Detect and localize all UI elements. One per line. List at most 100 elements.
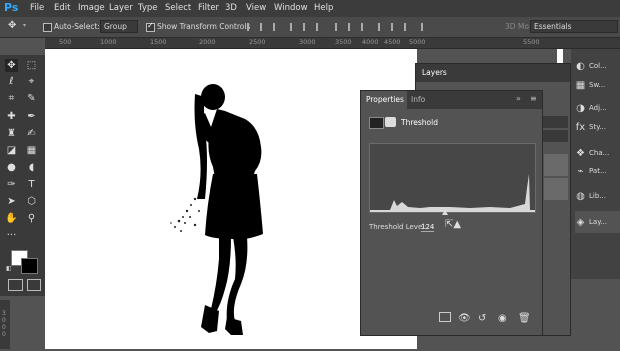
workspace-value: Essentials (534, 22, 572, 31)
default-colors-icon[interactable]: ◧ (6, 265, 12, 272)
align-right-icon[interactable] (316, 23, 325, 31)
zoom-tool-icon[interactable]: ⚲ (25, 212, 38, 225)
align-left-icon[interactable] (290, 23, 299, 31)
threshold-adjustment-icon (369, 117, 384, 129)
pen-tool-icon[interactable]: ✑ (5, 178, 18, 191)
workspace-dropdown[interactable]: Essentials (530, 20, 618, 33)
healing-tool-icon[interactable]: ✚ (5, 110, 18, 123)
threshold-slider-handle[interactable] (442, 210, 448, 215)
ruler-tick: 5500 (523, 38, 540, 46)
menu-filter[interactable]: Filter (198, 3, 219, 13)
ruler-tick: 3 (2, 310, 6, 317)
dock-item-swatches[interactable]: ▦ Sw... (575, 74, 620, 96)
distribute-left-icon[interactable] (378, 23, 387, 31)
move-tool-icon[interactable]: ✥ (5, 59, 18, 72)
dock-item-libraries[interactable]: ◍ Lib... (575, 185, 620, 207)
auto-select-dropdown[interactable]: Group (100, 20, 138, 33)
move-icon[interactable]: ✥ (8, 20, 16, 31)
align-hcenter-icon[interactable] (303, 23, 312, 31)
auto-select-value: Group (104, 22, 127, 31)
more-tools-icon[interactable]: ··· (5, 229, 18, 242)
distribute-top-icon[interactable] (335, 23, 344, 31)
show-transform-checkbox[interactable] (146, 21, 155, 32)
quick-mask-icon[interactable] (8, 279, 23, 291)
threshold-level-value[interactable]: 124 (421, 223, 435, 232)
layer-thumbnail[interactable] (544, 178, 568, 200)
ruler-vertical-labels: 3 0 0 0 (2, 310, 6, 338)
align-bottom-icon[interactable] (273, 23, 282, 31)
tab-layers[interactable]: Layers (422, 68, 447, 77)
distribute-right-icon[interactable] (404, 23, 413, 31)
blur-tool-icon[interactable]: ● (5, 161, 18, 174)
menu-edit[interactable]: Edit (54, 3, 70, 13)
ruler-tick: 0 (2, 331, 6, 338)
show-transform-label: Show Transform Controls (157, 22, 251, 31)
layer-thumbnail[interactable] (544, 154, 568, 176)
distribute-bottom-icon[interactable] (361, 23, 370, 31)
ruler-tick: 2500 (249, 38, 266, 46)
menu-3d[interactable]: 3D (225, 3, 237, 13)
brush-tool-icon[interactable]: ✒ (25, 110, 38, 123)
properties-panel: Properties Info » ≡ Threshold Threshold … (360, 90, 543, 336)
ruler-tick: 1000 (100, 38, 117, 46)
menu-help[interactable]: Help (314, 3, 333, 13)
align-vcenter-icon[interactable] (260, 23, 269, 31)
collapse-icon[interactable]: » (516, 94, 521, 103)
eraser-tool-icon[interactable]: ◪ (5, 144, 18, 157)
distribute-hcenter-icon[interactable] (391, 23, 400, 31)
screen-mode-icon[interactable] (27, 279, 41, 291)
history-brush-tool-icon[interactable]: ✍ (25, 127, 38, 140)
styles-icon: fx (575, 121, 586, 133)
dodge-tool-icon[interactable]: ◖ (25, 161, 38, 174)
hand-tool-icon[interactable]: ✋ (5, 212, 18, 225)
background-color-swatch[interactable] (21, 258, 38, 274)
menu-window[interactable]: Window (274, 3, 308, 13)
menu-view[interactable]: View (246, 3, 266, 13)
menu-image[interactable]: Image (78, 3, 105, 13)
dock-item-label: Lib... (589, 192, 606, 200)
type-tool-icon[interactable]: T (25, 178, 38, 191)
align-top-icon[interactable] (247, 23, 256, 31)
view-previous-icon[interactable]: 👁 (458, 313, 471, 324)
ruler-tick: 2000 (199, 38, 216, 46)
path-select-tool-icon[interactable]: ➤ (5, 195, 18, 208)
quick-select-tool-icon[interactable]: ⌖ (25, 75, 38, 88)
dock-item-styles[interactable]: fx Sty... (575, 116, 620, 138)
histogram-graph (370, 174, 535, 212)
gradient-tool-icon[interactable]: ▦ (25, 144, 38, 157)
tab-properties[interactable]: Properties (366, 95, 404, 104)
reset-icon[interactable]: ↺ (478, 313, 486, 324)
layers-icon: ◈ (576, 216, 585, 228)
menu-layer[interactable]: Layer (109, 3, 133, 13)
color-icon: ◐ (576, 60, 585, 72)
layers-panel-header: Layers (416, 64, 570, 82)
tab-info[interactable]: Info (411, 95, 425, 104)
auto-align-icon[interactable] (421, 23, 430, 31)
distribute-vcenter-icon[interactable] (348, 23, 357, 31)
dock-item-paths[interactable]: ⌁ Pat... (575, 160, 620, 182)
eyedropper-tool-icon[interactable]: ✎ (25, 92, 38, 105)
shape-tool-icon[interactable]: ⬡ (25, 195, 38, 208)
ruler-tick: 3500 (335, 38, 352, 46)
clone-stamp-tool-icon[interactable]: ♜ (5, 127, 18, 140)
menu-file[interactable]: File (30, 3, 44, 13)
swatches-icon: ▦ (575, 79, 586, 91)
marquee-tool-icon[interactable]: ⬚ (25, 59, 38, 72)
clip-to-layer-icon[interactable] (439, 312, 451, 322)
menu-type[interactable]: Type (138, 3, 158, 13)
menu-select[interactable]: Select (165, 3, 191, 13)
ruler-horizontal: 500 1000 1500 2000 2500 3000 3500 4000 4… (45, 38, 620, 49)
panel-dock: ◐ Col... ▦ Sw... ◑ Adj... fx Sty... ❖ Ch… (557, 49, 620, 279)
libraries-icon: ◍ (576, 190, 585, 202)
panel-menu-icon[interactable]: ≡ (530, 94, 537, 103)
visibility-icon[interactable]: ◉ (498, 313, 507, 324)
chevron-down-icon[interactable]: ▾ (23, 22, 26, 29)
crop-tool-icon[interactable]: ⌗ (5, 92, 18, 105)
mask-icon[interactable] (385, 117, 396, 127)
ruler-tick: 0 (2, 324, 6, 331)
auto-select-checkbox[interactable] (43, 23, 52, 32)
delete-icon[interactable]: 🗑 (518, 313, 531, 324)
dock-item-layers[interactable]: ◈ Lay... (575, 211, 620, 233)
lasso-tool-icon[interactable]: ℓ (5, 75, 18, 88)
cursor-icon: ⇱▲ (445, 219, 462, 230)
